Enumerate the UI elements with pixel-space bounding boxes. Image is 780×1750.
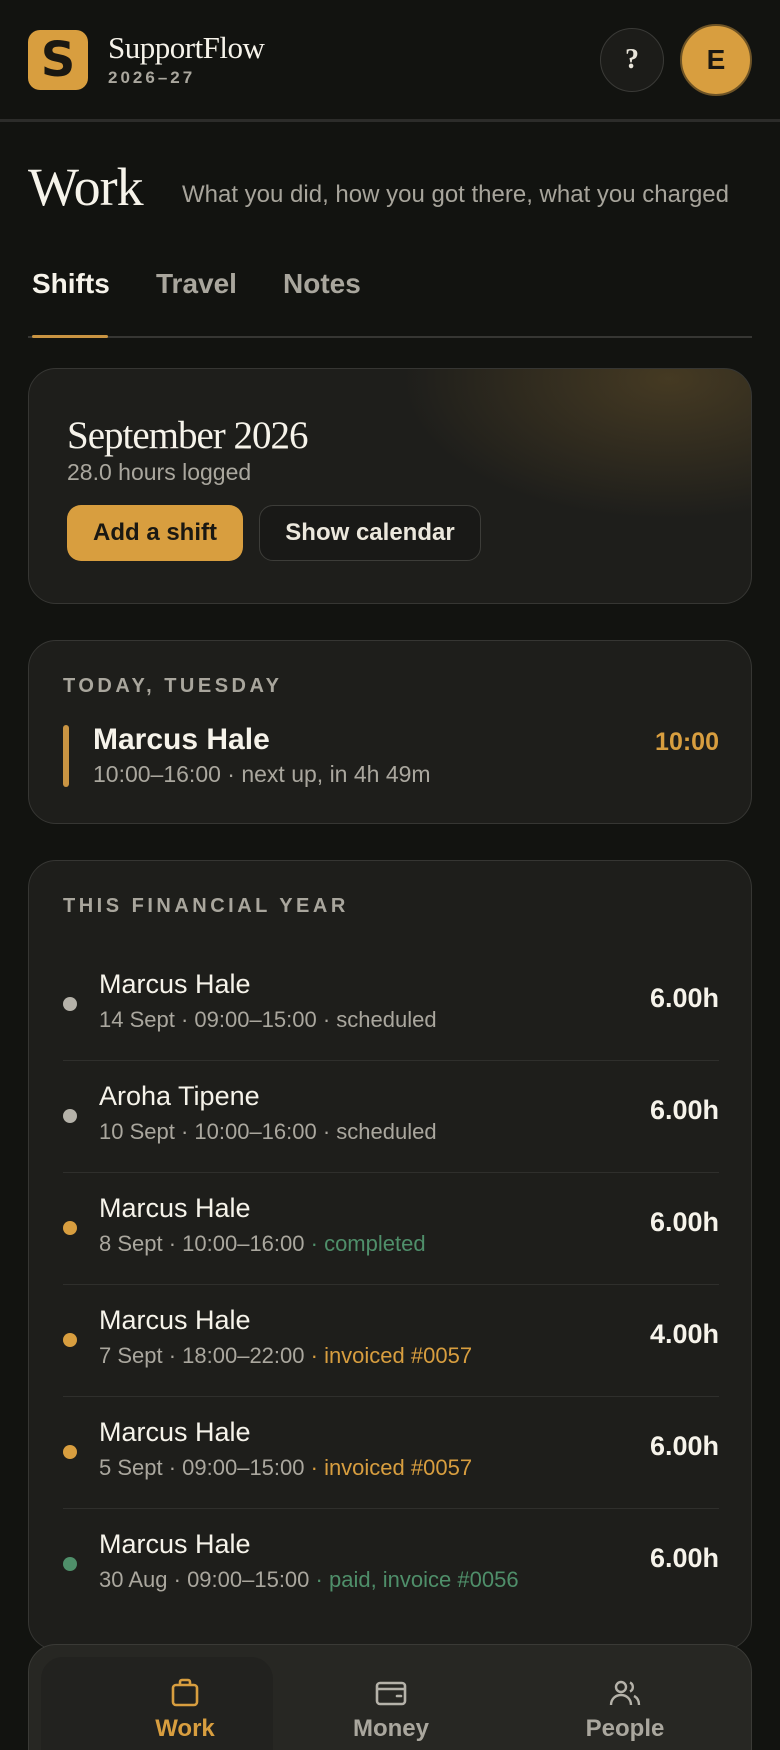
shift-hours: 4.00h [649, 1319, 719, 1349]
status-dot [63, 1557, 77, 1571]
tab-notes[interactable]: Notes [283, 268, 361, 300]
shift-meta: 8 Sept · 10:00–16:00 · completed [99, 1231, 426, 1256]
status-dot [63, 1333, 77, 1347]
financial-year-card: THIS FINANCIAL YEAR Marcus Hale 14 Sept … [28, 860, 752, 1650]
page-title: Work [28, 157, 144, 217]
active-tab-indicator [32, 335, 108, 338]
show-calendar-button[interactable]: Show calendar [259, 505, 481, 561]
shift-meta: 7 Sept · 18:00–22:00 · invoiced #0057 [99, 1343, 473, 1368]
shift-status: · invoiced #0057 [310, 1455, 473, 1480]
shift-meta: 14 Sept · 09:00–15:00 · scheduled [99, 1007, 437, 1032]
shift-client-name: Marcus Hale [99, 1417, 251, 1447]
shift-status: · paid, invoice #0056 [315, 1567, 519, 1592]
shift-meta: 30 Aug · 09:00–15:00 · paid, invoice #00… [99, 1567, 519, 1592]
nav-work-label: Work [155, 1715, 215, 1742]
app-logo[interactable]: S [28, 30, 88, 90]
tab-shifts[interactable]: Shifts [32, 268, 110, 300]
shift-client-name: Marcus Hale [99, 969, 251, 999]
wallet-icon [375, 1681, 407, 1706]
financial-year-label: 2026–27 [108, 68, 196, 87]
today-start-time: 10:00 [655, 728, 719, 756]
nav-money[interactable]: Money [291, 1675, 491, 1743]
shift-row[interactable]: Aroha Tipene 10 Sept · 10:00–16:00 · sch… [63, 1061, 719, 1173]
hours-logged: 28.0 hours logged [67, 459, 252, 485]
help-button[interactable]: ? [600, 28, 664, 92]
shift-row[interactable]: Marcus Hale 7 Sept · 18:00–22:00 · invoi… [63, 1285, 719, 1397]
app-name: SupportFlow [108, 30, 265, 65]
nav-money-label: Money [352, 1715, 429, 1742]
shift-client-name: Marcus Hale [99, 1529, 251, 1559]
status-dot [63, 1445, 77, 1459]
tab-travel[interactable]: Travel [156, 268, 237, 300]
shift-row[interactable]: Marcus Hale 8 Sept · 10:00–16:00 · compl… [63, 1173, 719, 1285]
month-title: September 2026 [67, 414, 309, 457]
shift-client-name: Marcus Hale [99, 1193, 251, 1223]
today-card[interactable]: TODAY, TUESDAY Marcus Hale 10:00–16:00 ·… [28, 640, 752, 824]
shift-status: · invoiced #0057 [310, 1343, 473, 1368]
app-header: S SupportFlow 2026–27 ? E [0, 0, 780, 122]
today-accent-bar [63, 725, 69, 787]
shift-hours: 6.00h [649, 983, 719, 1013]
today-shift-detail: 10:00–16:00 · next up, in 4h 49m [93, 761, 431, 787]
shift-status: scheduled [336, 1007, 437, 1032]
bottom-nav: Work Money People [28, 1644, 752, 1750]
avatar[interactable]: E [680, 24, 752, 96]
shift-hours: 6.00h [649, 1543, 719, 1573]
nav-people[interactable]: People [525, 1675, 725, 1743]
shift-hours: 6.00h [649, 1095, 719, 1125]
shift-client-name: Marcus Hale [99, 1305, 251, 1335]
page-subtitle: What you did, how you got there, what yo… [182, 181, 729, 208]
shift-client-name: Aroha Tipene [99, 1081, 260, 1111]
financial-year-section-label: THIS FINANCIAL YEAR [63, 895, 349, 917]
shift-meta: 10 Sept · 10:00–16:00 · scheduled [99, 1119, 437, 1144]
month-summary-card: September 2026 28.0 hours logged Add a s… [28, 368, 752, 604]
status-dot [63, 1221, 77, 1235]
shift-status: · completed [310, 1231, 426, 1256]
status-dot [63, 1109, 77, 1123]
nav-people-label: People [585, 1715, 665, 1742]
today-client-name: Marcus Hale [93, 723, 270, 756]
status-dot [63, 997, 77, 1011]
briefcase-icon [171, 1678, 199, 1707]
shift-meta: 5 Sept · 09:00–15:00 · invoiced #0057 [99, 1455, 473, 1480]
nav-work[interactable]: Work [85, 1675, 285, 1743]
shift-hours: 6.00h [649, 1207, 719, 1237]
shift-row[interactable]: Marcus Hale 30 Aug · 09:00–15:00 · paid,… [63, 1509, 719, 1621]
people-icon [609, 1680, 641, 1706]
shift-status: scheduled [336, 1119, 437, 1144]
tab-bar: Shifts Travel Notes [28, 262, 752, 338]
add-shift-button[interactable]: Add a shift [67, 505, 243, 561]
today-label: TODAY, TUESDAY [63, 675, 283, 697]
shift-row[interactable]: Marcus Hale 14 Sept · 09:00–15:00 · sche… [63, 949, 719, 1061]
shift-row[interactable]: Marcus Hale 5 Sept · 09:00–15:00 · invoi… [63, 1397, 719, 1509]
shift-hours: 6.00h [649, 1431, 719, 1461]
